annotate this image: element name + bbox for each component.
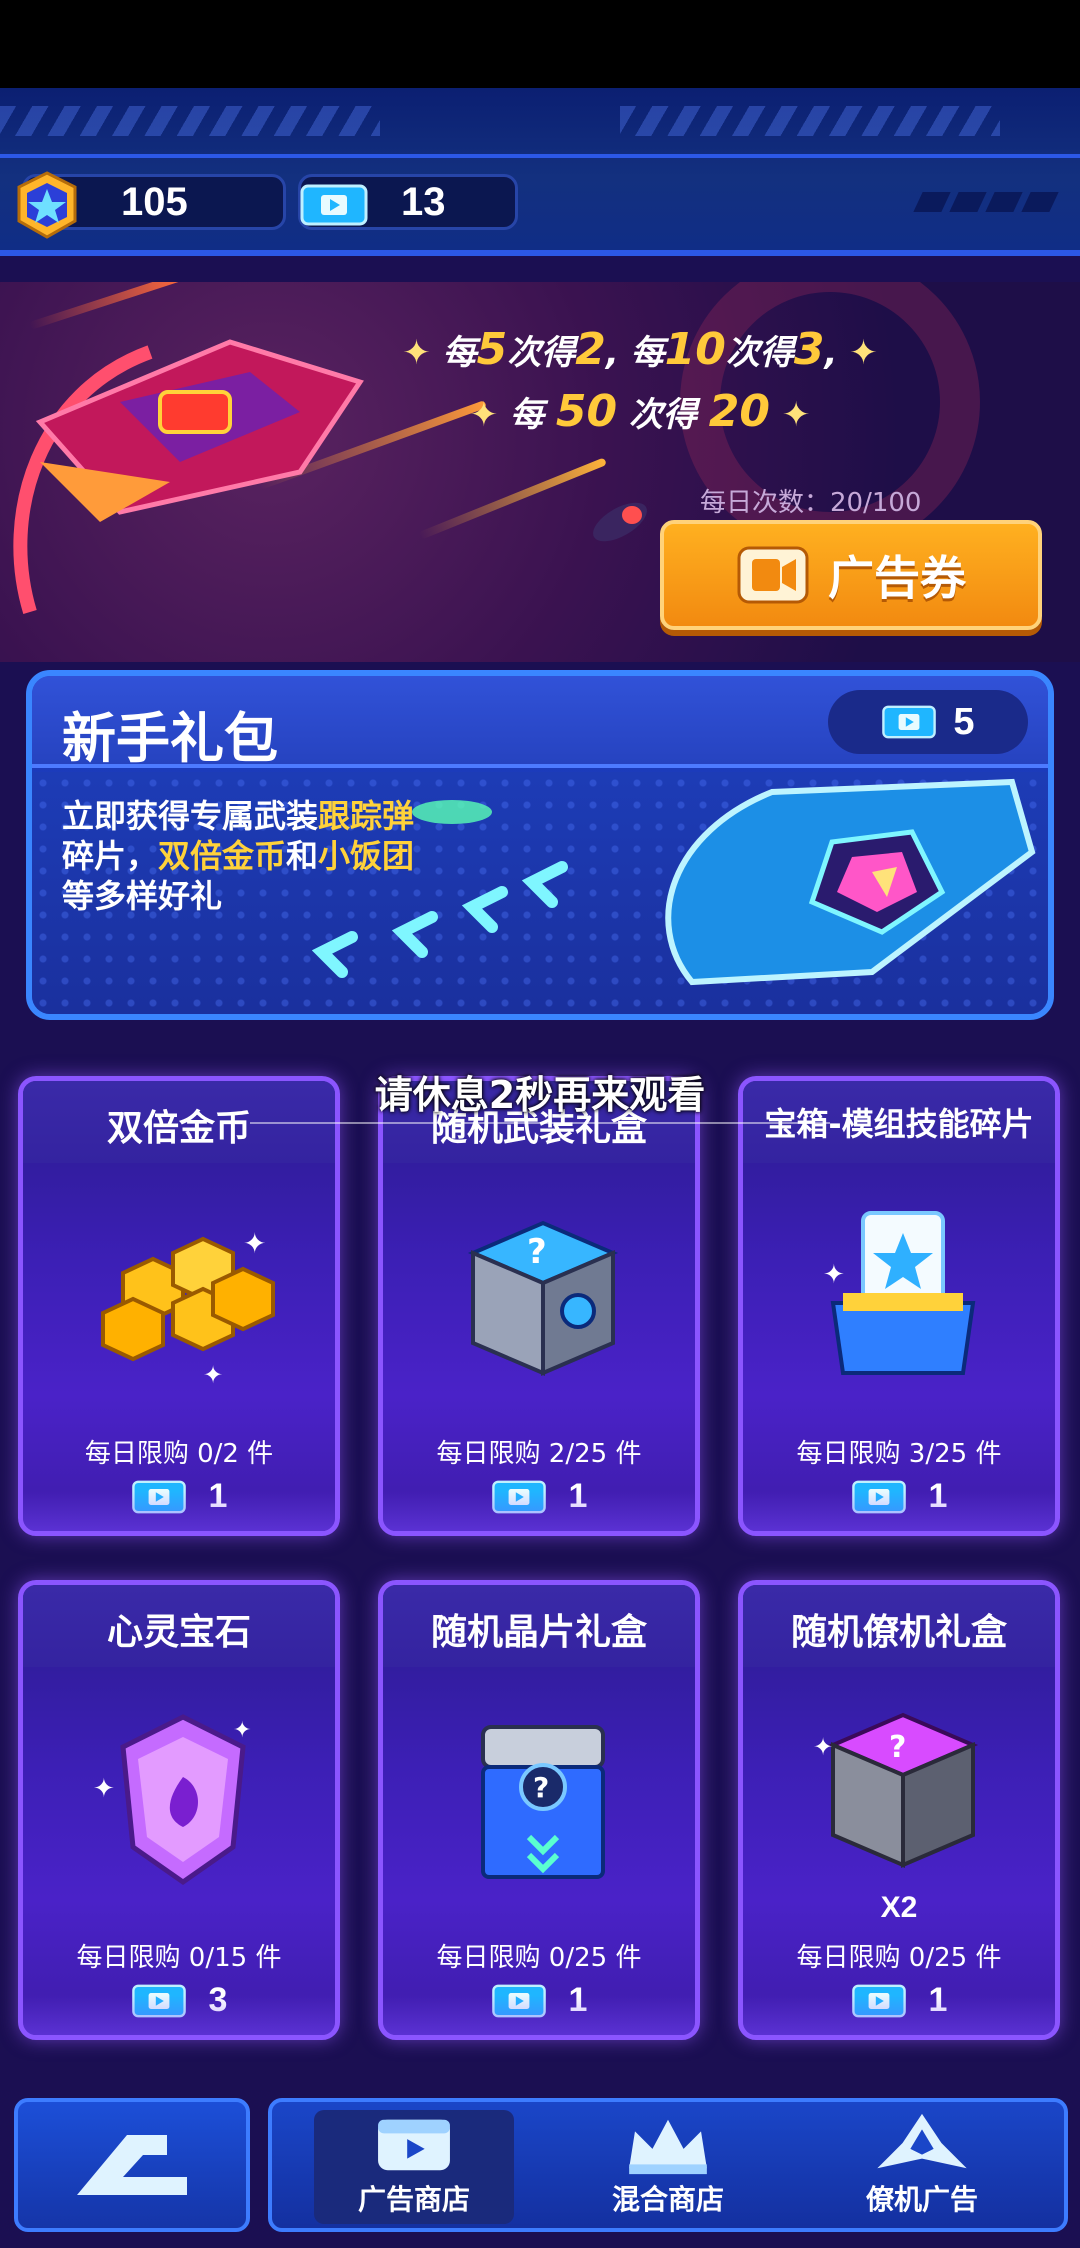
svg-text:?: ?: [527, 1232, 547, 1272]
ticket-count: 13: [401, 179, 446, 224]
card-glow: [23, 1491, 335, 1531]
header-dash-decoration: [913, 192, 1059, 212]
reward-rule-line-1: ✦ 每5次得2, 每10次得3, ✦: [402, 324, 878, 375]
reward-rule-line-2: ✦ 每 50 次得 20 ✦: [469, 386, 811, 437]
watch-ad-button[interactable]: 广告券: [660, 520, 1042, 630]
fighter-ship-illustration: [13, 339, 364, 615]
card-glow: [383, 1491, 695, 1531]
gold-coins-icon: ✦ ✦: [101, 1227, 275, 1389]
tab-wingman-ad[interactable]: 僚机广告: [822, 2110, 1022, 2224]
daily-watch-count: 每日次数：20/100: [700, 488, 922, 518]
tab-label: 广告商店: [357, 2183, 470, 2216]
card-title: 心灵宝石: [106, 1612, 251, 1653]
status-bar: [0, 0, 1080, 88]
newbie-pack-price-value: 5: [953, 700, 975, 743]
missile-icon: [593, 502, 647, 542]
header-stripe-decoration: [620, 106, 1000, 136]
svg-text:✦: ✦: [93, 1774, 115, 1804]
card-purchase-limit: 每日限购 0/25 件: [796, 1943, 1002, 1973]
chip-box-icon: ?: [481, 1725, 605, 1879]
newbie-pack-banner[interactable]: 新手礼包 5 立即获得专属武装跟踪弹 碎片，双倍金币和小饭团 等多样好礼: [26, 670, 1054, 1020]
ticket-currency[interactable]: 13: [298, 174, 518, 230]
shop-card-mind-gem[interactable]: 心灵宝石 ✦ ✦ 每日限购 0/15 件 3: [18, 1580, 340, 2040]
ad-reward-banner: ✦ 每5次得2, 每10次得3, ✦ ✦ 每 50 次得 20 ✦ 每日次数：2…: [0, 282, 1080, 662]
svg-text:✦: ✦: [243, 1227, 266, 1260]
svg-text:✦: ✦: [233, 1718, 251, 1743]
card-title: 随机僚机礼盒: [790, 1612, 1007, 1653]
wingman-ship-icon: [877, 2113, 967, 2169]
star-currency[interactable]: 105: [17, 171, 286, 239]
tab-label: 僚机广告: [865, 2183, 978, 2216]
card-title: 随机晶片礼盒: [430, 1612, 647, 1653]
tracking-missile-ship-illustration: [312, 778, 1036, 986]
svg-text:✦: ✦: [823, 1260, 845, 1290]
shop-card-double-coins[interactable]: 双倍金币 ✦ ✦ 每日限购 0/2 件 1: [18, 1076, 340, 1536]
newbie-pack-price[interactable]: 5: [828, 690, 1028, 754]
shop-card-module-skill-shard-chest[interactable]: 宝箱-模组技能碎片 ✦ 每日限购 3/25 件 1: [738, 1076, 1060, 1536]
card-purchase-limit: 每日限购 0/25 件: [436, 1943, 642, 1973]
wingman-box-icon: ? ✦: [813, 1712, 979, 1869]
tab-ad-shop[interactable]: 广告商店: [314, 2110, 514, 2224]
card-purchase-limit: 每日限购 0/15 件: [76, 1943, 282, 1973]
svg-text:?: ?: [533, 1771, 549, 1804]
crown-icon: [629, 2119, 707, 2175]
shop-card-random-armament-box[interactable]: 随机武装礼盒 ? 每日限购 2/25 件 1: [378, 1076, 700, 1536]
card-glow: [743, 1491, 1055, 1531]
mind-gem-icon: ✦ ✦: [93, 1714, 251, 1886]
card-title: 双倍金币: [106, 1108, 251, 1149]
ad-ticket-icon: [300, 184, 368, 226]
toast-underline: [250, 1122, 830, 1124]
svg-text:✦: ✦: [813, 1733, 833, 1761]
shop-card-random-wingman-box[interactable]: 随机僚机礼盒 ? ✦ X2 每日限购 0/25 件 1: [738, 1580, 1060, 2040]
card-purchase-limit: 每日限购 3/25 件: [796, 1439, 1002, 1469]
star-medal-icon: [17, 171, 77, 239]
watch-ad-label: 广告券: [828, 551, 966, 605]
card-glow: [383, 1995, 695, 2035]
armament-box-icon: ?: [467, 1220, 619, 1377]
ad-ticket-icon: [882, 705, 937, 739]
ad-shop-icon: [378, 2119, 450, 2171]
tab-label: 混合商店: [611, 2183, 724, 2216]
card-glow: [23, 1995, 335, 2035]
skill-shard-chest-icon: ✦: [823, 1211, 976, 1375]
tab-mixed-shop[interactable]: 混合商店: [568, 2110, 768, 2224]
card-glow: [743, 1995, 1055, 2035]
svg-text:✦: ✦: [203, 1361, 223, 1389]
shop-card-random-chip-box[interactable]: 随机晶片礼盒 ? 每日限购 0/25 件 1: [378, 1580, 700, 2040]
top-header: 105 13: [0, 88, 1080, 256]
card-purchase-limit: 每日限购 2/25 件: [436, 1439, 642, 1469]
bottom-nav-bar: 广告商店 混合商店 僚机广告: [268, 2098, 1068, 2232]
streak-decoration: [418, 457, 607, 540]
card-purchase-limit: 每日限购 0/2 件: [84, 1439, 274, 1469]
back-arrow-icon: [77, 2135, 187, 2195]
rest-toast-message: 请休息2秒再来观看: [374, 1073, 706, 1117]
svg-text:?: ?: [889, 1730, 906, 1765]
back-button[interactable]: [14, 2098, 250, 2232]
header-stripe-decoration: [0, 106, 380, 136]
video-play-icon: [737, 546, 809, 604]
star-count: 105: [121, 179, 188, 224]
header-divider: [0, 154, 1080, 158]
card-quantity-badge: X2: [880, 1891, 918, 1924]
newbie-pack-title: 新手礼包: [62, 707, 278, 770]
